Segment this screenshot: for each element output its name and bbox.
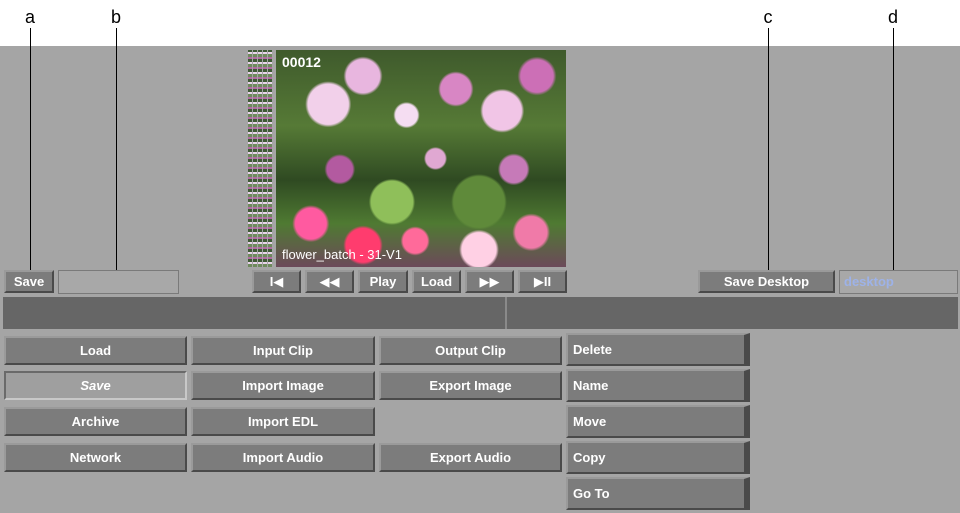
status-divider xyxy=(505,297,507,329)
callout-c: c xyxy=(763,7,773,27)
rewind-button[interactable]: ◀◀ xyxy=(305,270,354,293)
callout-c-line xyxy=(768,28,769,274)
callout-a-line xyxy=(30,28,31,274)
status-bar xyxy=(3,297,958,329)
export-image-button[interactable]: Export Image xyxy=(379,371,562,400)
desktop-name-value: desktop xyxy=(844,274,894,289)
go-to-button[interactable]: Go To xyxy=(566,477,750,510)
copy-button[interactable]: Copy xyxy=(566,441,750,474)
clip-name-field[interactable] xyxy=(58,270,179,294)
import-image-button[interactable]: Import Image xyxy=(191,371,375,400)
frame-number: 00012 xyxy=(282,54,321,70)
move-button[interactable]: Move xyxy=(566,405,750,438)
menu-load-button[interactable]: Load xyxy=(4,336,187,365)
menu-save-button[interactable]: Save xyxy=(4,371,187,400)
save-desktop-button[interactable]: Save Desktop xyxy=(698,270,835,293)
input-clip-button[interactable]: Input Clip xyxy=(191,336,375,365)
clip-stack-edge xyxy=(253,50,257,267)
clip-stack-edge xyxy=(263,50,267,267)
export-audio-button[interactable]: Export Audio xyxy=(379,443,562,472)
flower-image xyxy=(276,50,566,267)
clip-stack-edge xyxy=(248,50,252,267)
import-audio-button[interactable]: Import Audio xyxy=(191,443,375,472)
go-to-end-button[interactable]: ▶II xyxy=(518,270,567,293)
delete-button[interactable]: Delete xyxy=(566,333,750,366)
desktop-name-field[interactable]: desktop xyxy=(839,270,958,294)
clip-name: flower_batch - 31-V1 xyxy=(282,247,402,262)
clip-name-field-value xyxy=(59,271,178,277)
output-clip-button[interactable]: Output Clip xyxy=(379,336,562,365)
menu-archive-button[interactable]: Archive xyxy=(4,407,187,436)
callout-b: b xyxy=(110,7,122,27)
load-transport-button[interactable]: Load xyxy=(412,270,461,293)
callout-b-line xyxy=(116,28,117,274)
clip-stack-edge xyxy=(268,50,272,267)
clip-thumbnail[interactable]: 00012 flower_batch - 31-V1 xyxy=(248,50,566,267)
play-button[interactable]: Play xyxy=(358,270,408,293)
callout-d: d xyxy=(887,7,899,27)
callout-a: a xyxy=(24,7,36,27)
clip-stack-edge xyxy=(258,50,262,267)
callout-d-line xyxy=(893,28,894,274)
go-to-start-button[interactable]: I◀ xyxy=(252,270,301,293)
import-edl-button[interactable]: Import EDL xyxy=(191,407,375,436)
menu-network-button[interactable]: Network xyxy=(4,443,187,472)
save-button[interactable]: Save xyxy=(4,270,54,293)
fast-forward-button[interactable]: ▶▶ xyxy=(465,270,514,293)
name-button[interactable]: Name xyxy=(566,369,750,402)
